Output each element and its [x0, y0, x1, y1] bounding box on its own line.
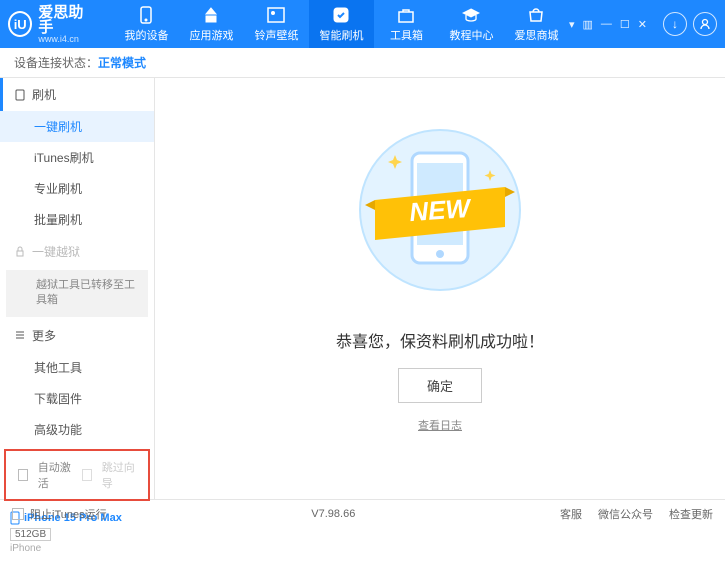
auto-activate-label: 自动激活 [38, 459, 72, 491]
nav-toolbox[interactable]: 工具箱 [374, 0, 439, 48]
sidebar-item-advanced[interactable]: 高级功能 [0, 414, 154, 445]
nav-label: 教程中心 [449, 27, 493, 43]
block-itunes-label: 阻止iTunes运行 [30, 506, 107, 522]
sidebar-item-pro[interactable]: 专业刷机 [0, 173, 154, 204]
sidebar-item-batch[interactable]: 批量刷机 [0, 204, 154, 235]
ok-button[interactable]: 确定 [398, 368, 482, 403]
phone-sm-icon [14, 89, 26, 101]
list-icon [14, 329, 26, 341]
skin-icon[interactable]: ▥ [583, 18, 593, 31]
auto-activate-checkbox[interactable] [18, 469, 28, 481]
group-more[interactable]: 更多 [0, 319, 154, 352]
sidebar-item-oneclick[interactable]: 一键刷机 [0, 111, 154, 142]
main-content: NEW 恭喜您，保资料刷机成功啦！ 确定 查看日志 [155, 78, 725, 499]
download-icon[interactable]: ↓ [663, 12, 687, 36]
user-icon[interactable] [693, 12, 717, 36]
status-mode: 正常模式 [98, 54, 146, 71]
status-bar: 设备连接状态： 正常模式 [0, 48, 725, 78]
footer-link-update[interactable]: 检查更新 [669, 506, 713, 522]
success-message: 恭喜您，保资料刷机成功啦！ [336, 328, 544, 352]
phone-icon [137, 6, 155, 24]
sidebar-item-other[interactable]: 其他工具 [0, 352, 154, 383]
image-icon [267, 6, 285, 24]
status-label: 设备连接状态： [14, 54, 98, 71]
nav-label: 我的设备 [124, 27, 168, 43]
nav-label: 铃声壁纸 [254, 27, 298, 43]
view-log-link[interactable]: 查看日志 [418, 417, 462, 433]
window-controls: ▾ ▥ — ☐ ✕ [569, 18, 647, 31]
menu-icon[interactable]: ▾ [569, 18, 575, 31]
apps-icon [202, 6, 220, 24]
group-jailbreak: 一键越狱 [0, 235, 154, 268]
group-flash[interactable]: 刷机 [0, 78, 154, 111]
nav-tutorial[interactable]: 教程中心 [439, 0, 504, 48]
nav-label: 智能刷机 [319, 27, 363, 43]
sidebar-item-itunes[interactable]: iTunes刷机 [0, 142, 154, 173]
nav-label: 爱思商城 [514, 27, 558, 43]
svg-text:NEW: NEW [408, 192, 473, 226]
version-label: V7.98.66 [311, 508, 355, 520]
logo-icon: iU [8, 11, 32, 37]
sidebar: 刷机 一键刷机 iTunes刷机 专业刷机 批量刷机 一键越狱 越狱工具已转移至… [0, 78, 155, 499]
app-name: 爱思助手 [38, 5, 94, 35]
skip-guide-checkbox[interactable] [82, 469, 92, 481]
footer-link-wechat[interactable]: 微信公众号 [598, 506, 653, 522]
jailbreak-note: 越狱工具已转移至工具箱 [6, 270, 148, 317]
lock-icon [14, 246, 26, 258]
options-row: 自动激活 跳过向导 [4, 449, 150, 501]
sidebar-item-firmware[interactable]: 下载固件 [0, 383, 154, 414]
maximize-icon[interactable]: ☐ [620, 18, 630, 31]
nav-label: 工具箱 [390, 27, 423, 43]
nav-store[interactable]: 爱思商城 [504, 0, 569, 48]
flash-icon [332, 6, 350, 24]
store-icon [527, 6, 545, 24]
block-itunes-checkbox[interactable] [12, 508, 24, 520]
nav-apps[interactable]: 应用游戏 [179, 0, 244, 48]
toolbox-icon [397, 6, 415, 24]
skip-guide-label: 跳过向导 [102, 459, 136, 491]
device-type: iPhone [10, 543, 144, 554]
minimize-icon[interactable]: — [601, 18, 612, 30]
success-illustration: NEW [345, 115, 535, 310]
top-nav: 我的设备 应用游戏 铃声壁纸 智能刷机 工具箱 教程中心 爱思商城 [114, 0, 569, 48]
app-url: www.i4.cn [38, 35, 94, 44]
close-icon[interactable]: ✕ [638, 18, 647, 31]
app-logo: iU 爱思助手 www.i4.cn [8, 5, 114, 44]
device-capacity: 512GB [10, 528, 51, 541]
nav-my-device[interactable]: 我的设备 [114, 0, 179, 48]
nav-label: 应用游戏 [189, 27, 233, 43]
nav-flash[interactable]: 智能刷机 [309, 0, 374, 48]
graduation-icon [462, 6, 480, 24]
nav-ringtones[interactable]: 铃声壁纸 [244, 0, 309, 48]
footer-link-support[interactable]: 客服 [560, 506, 582, 522]
